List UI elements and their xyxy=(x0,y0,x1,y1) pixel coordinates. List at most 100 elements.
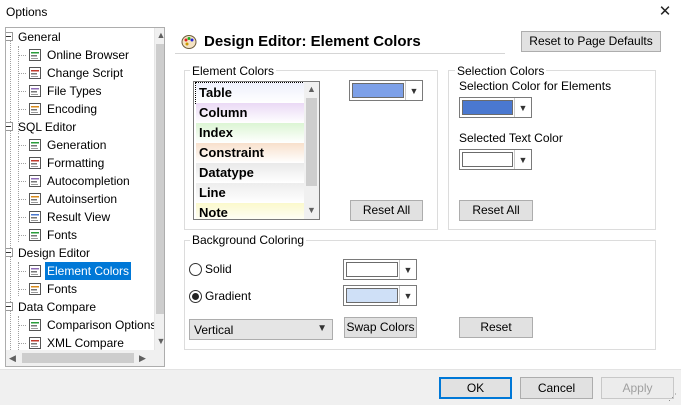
selected-text-swatch xyxy=(462,152,513,167)
tree-connector xyxy=(18,316,19,350)
tree-item[interactable]: Fonts xyxy=(18,226,79,244)
selection-elements-color-picker[interactable]: ▼ xyxy=(459,97,532,118)
tree-item[interactable]: Online Browser xyxy=(18,46,131,64)
reset-to-defaults-button[interactable]: Reset to Page Defaults xyxy=(521,31,661,52)
page-title: Design Editor: Element Colors xyxy=(204,33,421,50)
tree-item[interactable]: Fonts xyxy=(18,280,79,298)
tree-item[interactable]: Autoinsertion xyxy=(18,190,119,208)
tree-horizontal-scrollbar[interactable]: ◀ ▶ xyxy=(6,350,164,366)
tree-item-label: SQL Editor xyxy=(18,120,77,134)
tree-item[interactable]: General xyxy=(6,28,63,46)
element-list-item[interactable]: Column xyxy=(196,103,304,123)
tree-item[interactable]: Data Compare xyxy=(6,298,98,316)
tree-item[interactable]: Generation xyxy=(18,136,108,154)
background-reset-button[interactable]: Reset xyxy=(459,317,533,338)
scroll-down-icon[interactable]: ▼ xyxy=(304,205,319,215)
element-list-scrollbar[interactable]: ▲ ▼ xyxy=(304,82,319,219)
formatting-icon xyxy=(28,156,42,170)
window-title: Options xyxy=(6,5,48,19)
tree-connector xyxy=(18,55,26,56)
tree-item-label: Autoinsertion xyxy=(47,192,118,206)
collapse-icon[interactable] xyxy=(6,122,13,131)
tree-item[interactable]: Comparison Options xyxy=(18,316,158,334)
tree-item-label: Change Script xyxy=(47,66,124,80)
tree-connector xyxy=(18,73,26,74)
collapse-icon[interactable] xyxy=(6,248,13,257)
close-icon[interactable]: ✕ xyxy=(655,2,675,22)
element-list-item[interactable]: Index xyxy=(196,123,304,143)
element-list-scroll-thumb[interactable] xyxy=(306,98,317,186)
tree-connector xyxy=(18,181,26,182)
tree-item[interactable]: Encoding xyxy=(18,100,99,118)
tree-item[interactable]: Design Editor xyxy=(6,244,92,262)
element-list-item[interactable]: Constraint xyxy=(196,143,304,163)
element-list-item[interactable]: Datatype xyxy=(196,163,304,183)
element-list-item[interactable]: Note xyxy=(196,203,304,219)
compare-icon xyxy=(28,318,42,332)
element-colors-reset-all-button[interactable]: Reset All xyxy=(350,200,423,221)
swap-colors-button[interactable]: Swap Colors xyxy=(344,317,417,338)
element-colors-group-label: Element Colors xyxy=(190,64,277,78)
solid-color-swatch xyxy=(346,262,398,277)
tree-item[interactable]: Formatting xyxy=(18,154,106,172)
tree-connector xyxy=(18,91,26,92)
tree-item-label: Autocompletion xyxy=(47,174,130,188)
cancel-button[interactable]: Cancel xyxy=(520,377,593,399)
chevron-down-icon[interactable]: ▼ xyxy=(317,323,327,334)
collapse-icon[interactable] xyxy=(6,32,13,41)
palette-icon xyxy=(181,34,197,50)
scroll-down-icon[interactable]: ▼ xyxy=(155,336,164,346)
element-color-picker[interactable]: ▼ xyxy=(349,80,423,101)
apply-button[interactable]: Apply xyxy=(601,377,674,399)
tree-item[interactable]: Change Script xyxy=(18,64,125,82)
scroll-up-icon[interactable]: ▲ xyxy=(304,84,319,94)
options-tree[interactable]: General Online Browser Change Script File T… xyxy=(5,27,165,367)
tree-scroll-thumb[interactable] xyxy=(156,44,164,314)
selection-colors-group-label: Selection Colors xyxy=(455,64,547,78)
element-list-item[interactable]: Line xyxy=(196,183,304,203)
tree-item[interactable]: Autocompletion xyxy=(18,172,132,190)
script-icon xyxy=(28,66,42,80)
tree-hscroll-thumb[interactable] xyxy=(22,353,134,363)
header-divider xyxy=(175,53,505,54)
chevron-down-icon[interactable]: ▼ xyxy=(514,98,531,117)
element-list-item[interactable]: Table xyxy=(195,82,305,104)
gradient-color-picker[interactable]: ▼ xyxy=(343,285,417,306)
gradient-radio[interactable] xyxy=(189,290,202,303)
chevron-down-icon[interactable]: ▼ xyxy=(514,150,531,169)
element-list[interactable]: Table Column Index Constraint Datatype Line No… xyxy=(193,81,320,220)
tree-item-label: Data Compare xyxy=(18,300,97,314)
chevron-down-icon[interactable]: ▼ xyxy=(405,81,422,100)
tree-connector xyxy=(18,145,26,146)
collapse-icon[interactable] xyxy=(6,302,13,311)
tree-item-label: Comparison Options xyxy=(47,318,157,332)
ok-button[interactable]: OK xyxy=(439,377,512,399)
tree-connector xyxy=(18,235,26,236)
tree-vertical-scrollbar[interactable]: ▲ ▼ xyxy=(154,28,164,350)
encoding-icon xyxy=(28,102,42,116)
font-icon xyxy=(28,282,42,296)
scroll-right-icon[interactable]: ▶ xyxy=(139,353,146,364)
gradient-direction-value: Vertical xyxy=(194,323,234,337)
gradient-direction-select[interactable]: Vertical ▼ xyxy=(189,319,333,340)
selection-colors-reset-all-button[interactable]: Reset All xyxy=(459,200,533,221)
gradient-color-swatch xyxy=(346,288,398,303)
scroll-up-icon[interactable]: ▲ xyxy=(155,30,164,40)
tree-item[interactable]: SQL Editor xyxy=(6,118,78,136)
solid-color-picker[interactable]: ▼ xyxy=(343,259,417,280)
tree-item[interactable]: Element Colors xyxy=(18,262,132,280)
selected-text-color-picker[interactable]: ▼ xyxy=(459,149,532,170)
tree-item[interactable]: Result View xyxy=(18,208,112,226)
tree-connector xyxy=(18,262,19,296)
solid-radio[interactable] xyxy=(189,263,202,276)
tree-connector xyxy=(18,199,26,200)
scroll-left-icon[interactable]: ◀ xyxy=(9,353,16,364)
chevron-down-icon[interactable]: ▼ xyxy=(399,286,416,305)
tree-item[interactable]: File Types xyxy=(18,82,103,100)
chevron-down-icon[interactable]: ▼ xyxy=(399,260,416,279)
selection-elements-label: Selection Color for Elements xyxy=(459,79,612,93)
tree-item-label: Design Editor xyxy=(18,246,91,260)
file-icon xyxy=(28,84,42,98)
gradient-label: Gradient xyxy=(205,289,252,303)
resize-grip-icon[interactable]: ⋰ xyxy=(668,392,678,402)
